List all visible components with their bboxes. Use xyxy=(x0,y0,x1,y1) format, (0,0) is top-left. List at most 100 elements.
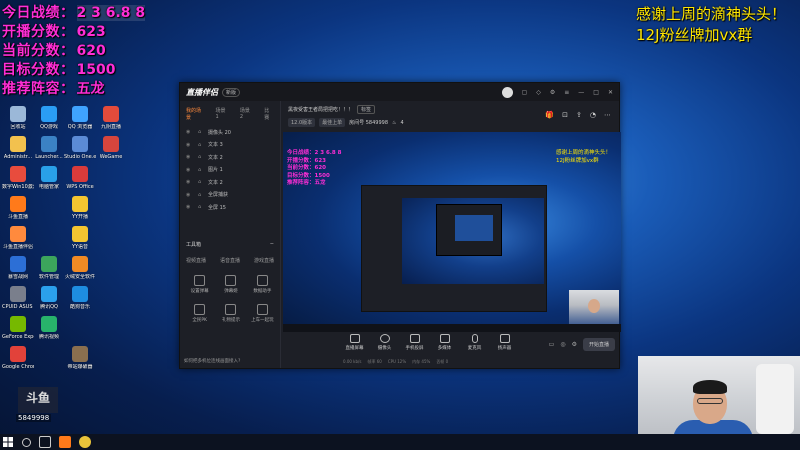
settings-icon[interactable]: ⚙ xyxy=(550,89,555,96)
skin-icon[interactable]: ◇ xyxy=(536,89,541,96)
settings-icon[interactable]: ⚙ xyxy=(572,341,577,348)
gift-icon[interactable]: 🎁 xyxy=(545,111,554,119)
tool-danmaku-ji[interactable]: 弹幕姬 xyxy=(215,275,246,294)
search-icon[interactable] xyxy=(22,437,31,447)
eye-icon[interactable]: ◉ xyxy=(186,179,192,185)
desktop-icon[interactable]: 数字Win10激活 xyxy=(2,166,34,190)
tab-match[interactable]: 比赛 xyxy=(264,107,274,121)
menu-icon[interactable]: ≡ xyxy=(564,89,569,96)
microphone-button[interactable]: 麦克风 xyxy=(461,334,488,351)
room-chip[interactable]: 最佳上单 xyxy=(319,118,346,127)
eye-icon[interactable]: ◎ xyxy=(560,341,565,348)
minimize-icon[interactable]: — xyxy=(578,89,584,96)
desktop-icon[interactable]: Google Chrome xyxy=(2,346,34,370)
streaming-app-window[interactable]: 直播伴侣 新版 ▢ ◇ ⚙ ≡ — □ ✕ 我的场景 场景 1 场景 2 比赛 … xyxy=(179,82,621,369)
desktop-icon[interactable]: 暴雪战网 xyxy=(2,256,34,280)
phone-cast-button[interactable]: 手机投屏 xyxy=(401,334,428,351)
tools-collapse-icon[interactable]: − xyxy=(270,241,274,248)
lock-icon[interactable]: ⌂ xyxy=(198,192,208,198)
room-title[interactable]: 黑夜受害王者局把把吃！！！ xyxy=(288,106,353,113)
tab-video-live[interactable]: 视频直播 xyxy=(186,257,206,264)
lock-icon[interactable]: ⌂ xyxy=(198,142,208,148)
source-item[interactable]: ◉ ⌂ 摄像头 20 xyxy=(180,126,280,139)
screen-capture-button[interactable]: 直播屏幕 xyxy=(341,334,368,351)
tab-scene-1[interactable]: 场景 1 xyxy=(215,107,229,121)
desktop-icon[interactable]: Launcher... xyxy=(33,136,65,160)
tab-game-live[interactable]: 游戏直播 xyxy=(254,257,274,264)
version-badge[interactable]: 新版 xyxy=(222,87,241,97)
desktop-icon[interactable]: Studio One.exe xyxy=(64,136,96,160)
avatar[interactable] xyxy=(501,86,513,98)
windows-start-button[interactable] xyxy=(0,434,16,450)
camera-button[interactable]: 摄像头 xyxy=(371,334,398,351)
app-icon xyxy=(10,196,26,212)
desktop-icon[interactable]: QQ游戏 xyxy=(33,106,65,130)
tab-voice-live[interactable]: 语音直播 xyxy=(220,257,240,264)
desktop-icon[interactable]: 斗鱼直播 xyxy=(2,196,34,220)
eye-icon[interactable]: ◉ xyxy=(186,204,192,210)
desktop-icon[interactable]: 软件管理 xyxy=(33,256,65,280)
start-live-button[interactable]: 开始直播 xyxy=(582,338,615,351)
lock-icon[interactable]: ⊡ xyxy=(562,111,568,119)
eye-icon[interactable]: ◉ xyxy=(186,142,192,148)
eye-icon[interactable]: ◉ xyxy=(186,154,192,160)
lock-icon[interactable]: ⌂ xyxy=(198,129,208,135)
tool-carpool[interactable]: 上车一起玩 xyxy=(247,304,278,323)
desktop-icon[interactable]: 电脑管家 xyxy=(33,166,65,190)
lock-icon[interactable]: ⌂ xyxy=(198,154,208,160)
desktop-icon[interactable]: YY开播 xyxy=(64,196,96,220)
douyu-icon[interactable] xyxy=(59,436,71,448)
chrome-icon[interactable] xyxy=(79,436,91,448)
tool-gift-tips[interactable]: 礼物提示 xyxy=(215,304,246,323)
bell-icon[interactable]: ◔ xyxy=(590,111,596,119)
app-icon xyxy=(10,286,26,302)
desktop-icon[interactable]: 火绒安全软件 xyxy=(64,256,96,280)
record-icon[interactable]: ▭ xyxy=(549,341,555,348)
source-item[interactable]: ◉ ⌂ 文本 2 xyxy=(180,176,280,189)
stream-preview[interactable]: 今日战绩：2 3 6.8 8 开播分数：623 当前分数：620 目标分数：15… xyxy=(283,132,621,332)
message-icon[interactable]: ▢ xyxy=(522,89,528,96)
desktop-icon[interactable]: Administr... xyxy=(2,136,34,160)
desktop-icon[interactable]: WPS Office xyxy=(64,166,96,190)
desktop-icon[interactable]: CPUID ASUS CPU-Z xyxy=(2,286,34,310)
desktop-icon[interactable]: QQ 浏览器 xyxy=(64,106,96,130)
source-item[interactable]: ◉ ⌂ 文本 3 xyxy=(180,139,280,152)
close-icon[interactable]: ✕ xyxy=(608,89,613,96)
desktop-icon[interactable]: 腾讯QQ xyxy=(33,286,65,310)
tab-my-scenes[interactable]: 我的场景 xyxy=(186,107,205,121)
eye-icon[interactable]: ◉ xyxy=(186,192,192,198)
more-icon[interactable]: ⋯ xyxy=(604,111,611,119)
left-footer-hint[interactable]: 如何把多机位连线画面接入? xyxy=(184,358,240,364)
lock-icon[interactable]: ⌂ xyxy=(198,179,208,185)
tool-data-assistant[interactable]: 数据助手 xyxy=(247,275,278,294)
room-chip[interactable]: 12.0版本 xyxy=(288,118,316,127)
tool-danmaku-settings[interactable]: 设置弹幕 xyxy=(184,275,215,294)
source-item[interactable]: ◉ ⌂ 图片 1 xyxy=(180,164,280,177)
desktop-icon[interactable]: 腾讯视频 xyxy=(33,316,65,340)
desktop-icon[interactable]: GeForce Experience xyxy=(2,316,34,340)
source-item[interactable]: ◉ ⌂ 全屏 15 xyxy=(180,201,280,214)
desktop-icon[interactable]: WeGame xyxy=(95,136,127,160)
desktop-icon[interactable]: 回收站 xyxy=(2,106,34,130)
room-tag[interactable]: 标签 xyxy=(357,105,376,114)
desktop-icon[interactable]: 酷狗音乐 xyxy=(64,286,96,310)
source-item[interactable]: ◉ ⌂ 文本 2 xyxy=(180,151,280,164)
desktop-icon[interactable]: 斗鱼直播伴侣 xyxy=(2,226,34,250)
speaker-button[interactable]: 扬声器 xyxy=(491,334,518,351)
desktop-icon[interactable]: YY语音 xyxy=(64,226,96,250)
desktop-icon[interactable]: 九阴直播 xyxy=(95,106,127,130)
maximize-icon[interactable]: □ xyxy=(593,89,599,96)
share-icon[interactable]: ⇪ xyxy=(576,111,582,119)
lock-icon[interactable]: ⌂ xyxy=(198,167,208,173)
media-button[interactable]: 多媒体 xyxy=(431,334,458,351)
app-titlebar[interactable]: 直播伴侣 新版 ▢ ◇ ⚙ ≡ — □ ✕ xyxy=(180,83,619,101)
eye-icon[interactable]: ◉ xyxy=(186,167,192,173)
desktop-icon[interactable]: 帝站爆破器 xyxy=(64,346,96,370)
tool-pk[interactable]: 全民PK xyxy=(184,304,215,323)
source-item[interactable]: ◉ ⌂ 全屏捕获 xyxy=(180,189,280,202)
task-view-icon[interactable] xyxy=(39,436,51,448)
eye-icon[interactable]: ◉ xyxy=(186,129,192,135)
brand-text: 斗鱼 xyxy=(25,391,50,405)
tab-scene-2[interactable]: 场景 2 xyxy=(240,107,254,121)
lock-icon[interactable]: ⌂ xyxy=(198,204,208,210)
